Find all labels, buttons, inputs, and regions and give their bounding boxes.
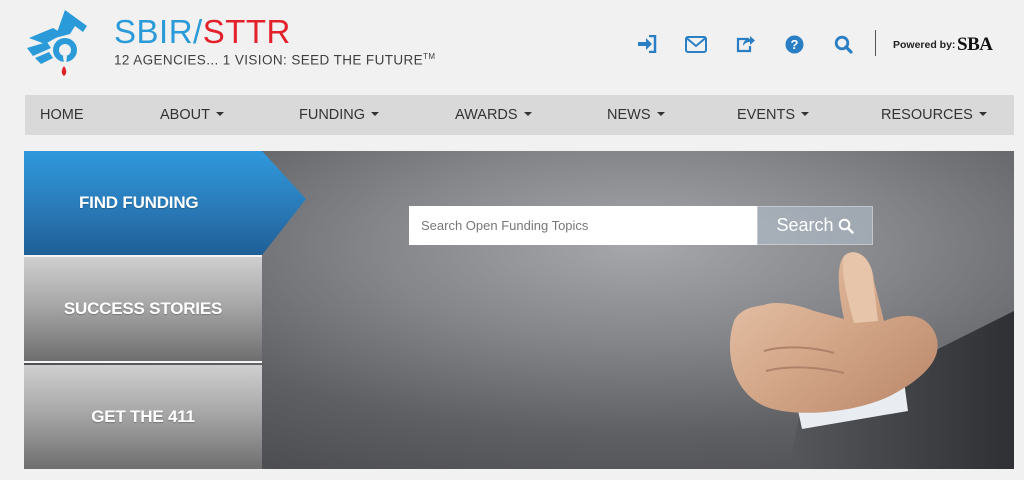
- title-sbir: SBIR: [114, 13, 194, 50]
- tab-divider: [24, 361, 262, 363]
- nav-about[interactable]: ABOUT: [160, 95, 224, 135]
- toolbar-divider: [875, 30, 876, 56]
- svg-text:?: ?: [790, 37, 798, 52]
- logo-icon[interactable]: [25, 8, 95, 80]
- caret-down-icon: [523, 112, 532, 117]
- hero-tabs: FIND FUNDING SUCCESS STORIES GET THE 411: [24, 151, 306, 469]
- caret-down-icon: [978, 112, 987, 117]
- tab-find-funding-label: FIND FUNDING: [79, 193, 199, 212]
- tagline-text: 12 AGENCIES... 1 VISION: SEED THE FUTURE: [114, 52, 424, 68]
- pointing-hand-image: [729, 252, 1014, 469]
- nav-resources-label: RESOURCES: [881, 107, 973, 123]
- funding-search-input[interactable]: [409, 206, 757, 245]
- nav-resources[interactable]: RESOURCES: [881, 95, 987, 135]
- share-icon[interactable]: [734, 33, 756, 55]
- nav-funding-label: FUNDING: [299, 107, 366, 123]
- title-separator: /: [193, 13, 203, 50]
- powered-by-label: Powered by:: [893, 39, 956, 51]
- sba-logo[interactable]: SBA: [957, 34, 993, 56]
- nav-awards-label: AWARDS: [455, 107, 518, 123]
- main-nav: HOME ABOUT FUNDING AWARDS NEWS EVENTS RE…: [25, 95, 1014, 135]
- nav-news[interactable]: NEWS: [607, 95, 665, 135]
- search-icon[interactable]: [832, 33, 854, 55]
- brand[interactable]: SBIR/STTR 12 AGENCIES... 1 VISION: SEED …: [114, 14, 435, 68]
- search-icon: [838, 218, 854, 234]
- nav-events[interactable]: EVENTS: [737, 95, 810, 135]
- nav-news-label: NEWS: [607, 107, 651, 123]
- nav-funding[interactable]: FUNDING: [299, 95, 380, 135]
- caret-down-icon: [371, 112, 380, 117]
- search-button-label: Search: [776, 215, 834, 235]
- nav-awards[interactable]: AWARDS: [455, 95, 532, 135]
- nav-about-label: ABOUT: [160, 107, 210, 123]
- caret-down-icon: [656, 112, 665, 117]
- caret-down-icon: [801, 112, 810, 117]
- nav-home-label: HOME: [40, 107, 84, 123]
- search-button[interactable]: Search: [757, 206, 873, 245]
- help-icon[interactable]: ?: [783, 33, 805, 55]
- tab-get-the-411-label: GET THE 411: [91, 407, 195, 426]
- hero-banner: FIND FUNDING SUCCESS STORIES GET THE 411…: [24, 151, 1014, 469]
- tab-success-stories-label: SUCCESS STORIES: [63, 299, 223, 318]
- tab-find-funding[interactable]: FIND FUNDING: [24, 151, 306, 255]
- sign-in-icon[interactable]: [636, 33, 658, 55]
- nav-home[interactable]: HOME: [40, 95, 84, 135]
- tab-success-stories[interactable]: SUCCESS STORIES: [24, 257, 262, 361]
- mail-icon[interactable]: [685, 33, 707, 55]
- tab-get-the-411[interactable]: GET THE 411: [24, 365, 262, 469]
- caret-down-icon: [215, 112, 224, 117]
- trademark: TM: [423, 52, 436, 61]
- title-sttr: STTR: [202, 13, 291, 50]
- site-title: SBIR/STTR: [114, 14, 435, 50]
- tagline: 12 AGENCIES... 1 VISION: SEED THE FUTURE…: [114, 52, 435, 68]
- utility-toolbar: ?: [636, 33, 854, 55]
- nav-events-label: EVENTS: [737, 107, 796, 123]
